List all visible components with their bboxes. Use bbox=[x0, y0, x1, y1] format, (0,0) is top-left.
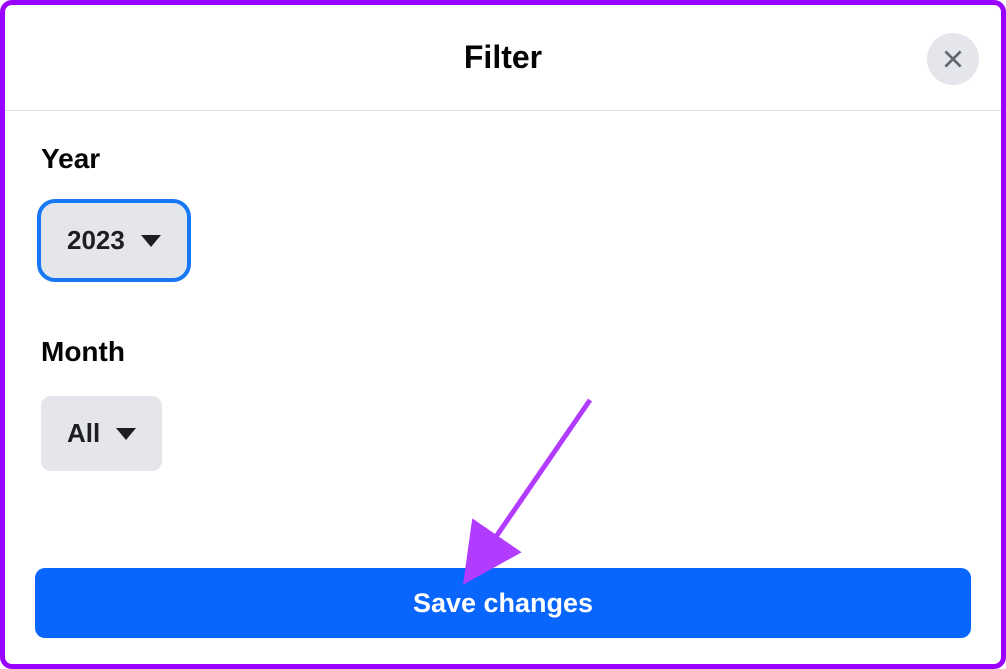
chevron-down-icon bbox=[141, 235, 161, 247]
dialog-title: Filter bbox=[464, 39, 542, 76]
year-dropdown-value: 2023 bbox=[67, 225, 125, 256]
close-icon bbox=[940, 46, 966, 72]
year-label: Year bbox=[41, 143, 965, 175]
month-dropdown-value: All bbox=[67, 418, 100, 449]
chevron-down-icon bbox=[116, 428, 136, 440]
dialog-content: Year 2023 Month All bbox=[5, 111, 1001, 471]
year-field-group: Year 2023 bbox=[41, 143, 965, 278]
save-changes-button[interactable]: Save changes bbox=[35, 568, 971, 638]
dialog-header: Filter bbox=[5, 5, 1001, 111]
month-label: Month bbox=[41, 336, 965, 368]
close-button[interactable] bbox=[927, 33, 979, 85]
month-field-group: Month All bbox=[41, 336, 965, 471]
month-dropdown[interactable]: All bbox=[41, 396, 162, 471]
year-dropdown[interactable]: 2023 bbox=[41, 203, 187, 278]
